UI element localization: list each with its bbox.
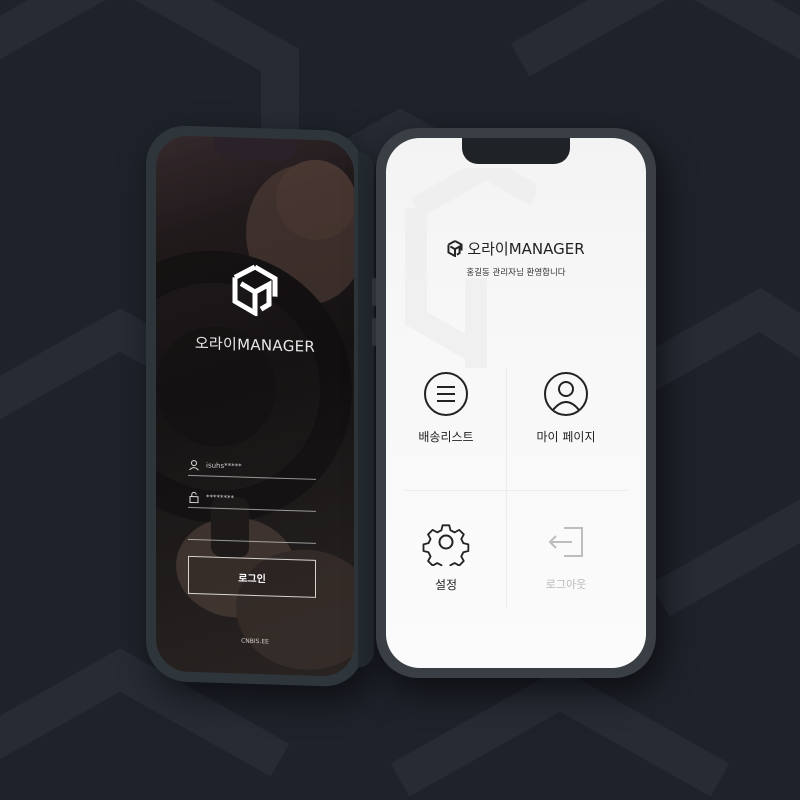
menu-screen: 오라이MANAGER 홍길동 관리자님 환영합니다 배송리스트 마이 페이지 설… xyxy=(386,138,646,668)
menu-brand-title: 오라이MANAGER xyxy=(467,240,585,258)
brand-logo-icon xyxy=(447,240,463,257)
menu-brand: 오라이MANAGER xyxy=(386,238,646,259)
tile-label: 마이 페이지 xyxy=(536,430,596,444)
lock-icon xyxy=(189,491,199,503)
tile-label: 배송리스트 xyxy=(418,430,474,444)
menu-phone: 오라이MANAGER 홍길동 관리자님 환영합니다 배송리스트 마이 페이지 설… xyxy=(372,128,656,678)
user-icon xyxy=(189,459,199,471)
grid-divider-horizontal xyxy=(404,490,628,491)
tile-label: 로그아웃 xyxy=(545,578,587,591)
menu-tile-delivery-list[interactable]: 배송리스트 xyxy=(386,370,506,480)
extra-field-line xyxy=(188,517,316,544)
username-value: isuhs***** xyxy=(206,460,242,471)
password-value: ******** xyxy=(206,492,234,502)
notch xyxy=(214,136,296,162)
menu-tile-my-page[interactable]: 마이 페이지 xyxy=(506,370,626,480)
volume-up-button xyxy=(372,278,376,306)
list-circle-icon xyxy=(424,372,468,416)
welcome-message: 홍길동 관리자님 환영합니다 xyxy=(466,268,566,278)
menu-tile-settings[interactable]: 설정 xyxy=(386,518,506,628)
logout-icon xyxy=(548,527,583,557)
login-phone: 오라이MANAGER isuhs***** ******** 로그인 CNBIS… xyxy=(146,124,374,688)
tile-label: 설정 xyxy=(434,578,458,592)
username-field[interactable]: isuhs***** xyxy=(188,453,316,480)
login-screen: 오라이MANAGER isuhs***** ******** 로그인 CNBIS… xyxy=(156,134,354,678)
user-circle-icon xyxy=(544,372,588,416)
password-field[interactable]: ******** xyxy=(188,485,316,512)
volume-down-button xyxy=(372,318,376,346)
brand-logo-icon xyxy=(232,264,278,317)
gear-icon xyxy=(422,524,470,566)
phone-edge xyxy=(358,151,374,668)
notch xyxy=(462,138,570,164)
login-button[interactable]: 로그인 xyxy=(188,555,316,598)
watermark-logo xyxy=(405,168,536,368)
menu-tile-logout[interactable]: 로그아웃 xyxy=(506,518,626,628)
